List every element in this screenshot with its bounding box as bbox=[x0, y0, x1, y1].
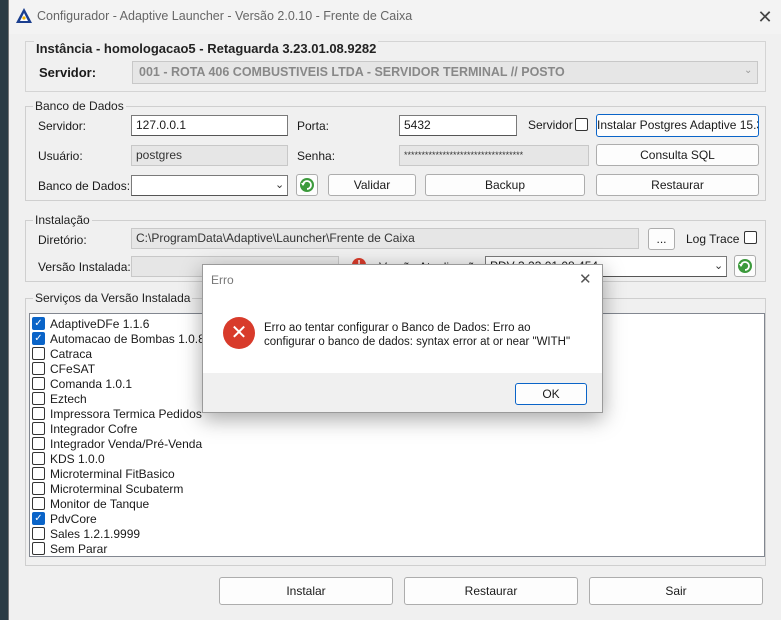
database-group-label: Banco de Dados bbox=[33, 99, 126, 113]
service-list-item[interactable]: Sem Parar bbox=[30, 541, 430, 556]
service-list-item[interactable]: Integrador Venda/Pré-Venda bbox=[30, 436, 430, 451]
service-checkbox[interactable] bbox=[32, 452, 45, 465]
service-checkbox[interactable] bbox=[32, 467, 45, 480]
service-checkbox[interactable] bbox=[32, 377, 45, 390]
port-input[interactable]: 5432 bbox=[399, 115, 517, 136]
refresh-icon bbox=[738, 259, 752, 273]
service-checkbox[interactable] bbox=[32, 422, 45, 435]
service-label: Microterminal FitBasico bbox=[50, 467, 175, 481]
dialog-message: Erro ao tentar configurar o Banco de Dad… bbox=[264, 322, 571, 348]
directory-label: Diretório: bbox=[38, 233, 87, 247]
browse-button[interactable]: ... bbox=[648, 228, 675, 250]
chevron-down-icon: ⌄ bbox=[744, 65, 753, 76]
password-label: Senha: bbox=[297, 149, 336, 163]
service-checkbox[interactable] bbox=[32, 392, 45, 405]
chevron-down-icon: ⌄ bbox=[714, 260, 724, 272]
password-input[interactable]: ********************************** bbox=[399, 145, 589, 166]
database-label: Banco de Dados: bbox=[38, 179, 131, 193]
service-label: Sem Parar bbox=[50, 542, 108, 556]
dialog-title: Erro bbox=[211, 273, 234, 287]
service-label: KDS 1.0.0 bbox=[50, 452, 105, 466]
service-label: Impressora Termica Pedidos bbox=[50, 407, 202, 421]
window-title: Configurador - Adaptive Launcher - Versã… bbox=[37, 9, 413, 23]
service-checkbox[interactable]: ✓ bbox=[32, 317, 45, 330]
service-list-item[interactable]: Sales 1.2.1.9999 bbox=[30, 526, 430, 541]
installed-version-label: Versão Instalada: bbox=[38, 260, 131, 274]
service-label: Integrador Cofre bbox=[50, 422, 138, 436]
service-checkbox[interactable] bbox=[32, 347, 45, 360]
restore-button[interactable]: Restaurar bbox=[404, 577, 578, 605]
service-label: Microterminal Scubaterm bbox=[50, 482, 184, 496]
user-input[interactable]: postgres bbox=[131, 145, 288, 166]
error-icon: ✕ bbox=[223, 317, 255, 349]
install-postgres-button[interactable]: Instalar Postgres Adaptive 15.3 bbox=[596, 114, 759, 137]
app-logo-icon bbox=[16, 8, 32, 23]
service-label: CFeSAT bbox=[50, 362, 96, 376]
install-group-label: Instalação bbox=[33, 213, 92, 227]
service-list-item[interactable]: Monitor de Tanque bbox=[30, 496, 430, 511]
service-list-item[interactable]: ✓ PdvCore bbox=[30, 511, 430, 526]
backup-button[interactable]: Backup bbox=[425, 174, 585, 196]
service-label: Monitor de Tanque bbox=[50, 497, 150, 511]
service-checkbox[interactable]: ✓ bbox=[32, 332, 45, 345]
service-label: AdaptiveDFe 1.1.6 bbox=[50, 317, 150, 331]
service-list-item[interactable]: KDS 1.0.0 bbox=[30, 451, 430, 466]
service-label: Eztech bbox=[50, 392, 87, 406]
service-checkbox[interactable] bbox=[32, 497, 45, 510]
refresh-version-button[interactable] bbox=[734, 255, 756, 277]
install-button[interactable]: Instalar bbox=[219, 577, 393, 605]
servidor-checkbox-label: Servidor bbox=[528, 118, 573, 132]
service-checkbox[interactable] bbox=[32, 542, 45, 555]
error-dialog: Erro ✕ ✕ Erro ao tentar configurar o Ban… bbox=[202, 264, 603, 413]
service-list-item[interactable]: Microterminal FitBasico bbox=[30, 466, 430, 481]
main-server-select[interactable]: 001 - ROTA 406 COMBUSTIVEIS LTDA - SERVI… bbox=[132, 61, 758, 84]
dialog-button-bar: OK bbox=[203, 373, 602, 412]
validate-button[interactable]: Validar bbox=[328, 174, 416, 196]
db-server-label: Servidor: bbox=[38, 119, 87, 133]
port-label: Porta: bbox=[297, 119, 330, 133]
services-group-label: Serviços da Versão Instalada bbox=[33, 291, 193, 305]
service-label: PdvCore bbox=[50, 512, 97, 526]
service-list-item[interactable]: Integrador Cofre bbox=[30, 421, 430, 436]
dialog-close-icon[interactable]: ✕ bbox=[579, 270, 592, 288]
chevron-down-icon: ⌄ bbox=[275, 179, 285, 191]
service-label: Automacao de Bombas 1.0.8 bbox=[50, 332, 205, 346]
user-label: Usuário: bbox=[38, 149, 83, 163]
service-checkbox[interactable] bbox=[32, 437, 45, 450]
consulta-sql-button[interactable]: Consulta SQL bbox=[596, 144, 759, 166]
instance-title: Instância - homologacao5 - Retaguarda 3.… bbox=[34, 41, 379, 56]
close-icon[interactable]: ✕ bbox=[754, 6, 776, 28]
db-restore-button[interactable]: Restaurar bbox=[596, 174, 759, 196]
service-label: Sales 1.2.1.9999 bbox=[50, 527, 141, 541]
service-label: Integrador Venda/Pré-Venda bbox=[50, 437, 203, 451]
service-checkbox[interactable] bbox=[32, 482, 45, 495]
refresh-icon bbox=[300, 178, 314, 192]
dialog-ok-button[interactable]: OK bbox=[515, 383, 587, 405]
dialog-title-bar: Erro ✕ bbox=[203, 265, 602, 295]
title-bar: Configurador - Adaptive Launcher - Versã… bbox=[9, 0, 781, 34]
directory-input[interactable]: C:\ProgramData\Adaptive\Launcher\Frente … bbox=[131, 228, 639, 249]
service-checkbox[interactable] bbox=[32, 527, 45, 540]
service-label: Comanda 1.0.1 bbox=[50, 377, 133, 391]
service-checkbox[interactable] bbox=[32, 362, 45, 375]
service-checkbox[interactable] bbox=[32, 407, 45, 420]
db-server-input[interactable]: 127.0.0.1 bbox=[131, 115, 288, 136]
log-trace-label: Log Trace bbox=[686, 232, 740, 246]
servidor-checkbox[interactable] bbox=[575, 118, 588, 131]
service-label: Catraca bbox=[50, 347, 93, 361]
service-checkbox[interactable]: ✓ bbox=[32, 512, 45, 525]
refresh-database-button[interactable] bbox=[296, 174, 318, 196]
exit-button[interactable]: Sair bbox=[589, 577, 763, 605]
database-select[interactable] bbox=[131, 175, 288, 196]
main-server-label: Servidor: bbox=[39, 65, 97, 80]
service-list-item[interactable]: Microterminal Scubaterm bbox=[30, 481, 430, 496]
log-trace-checkbox[interactable] bbox=[744, 231, 757, 244]
